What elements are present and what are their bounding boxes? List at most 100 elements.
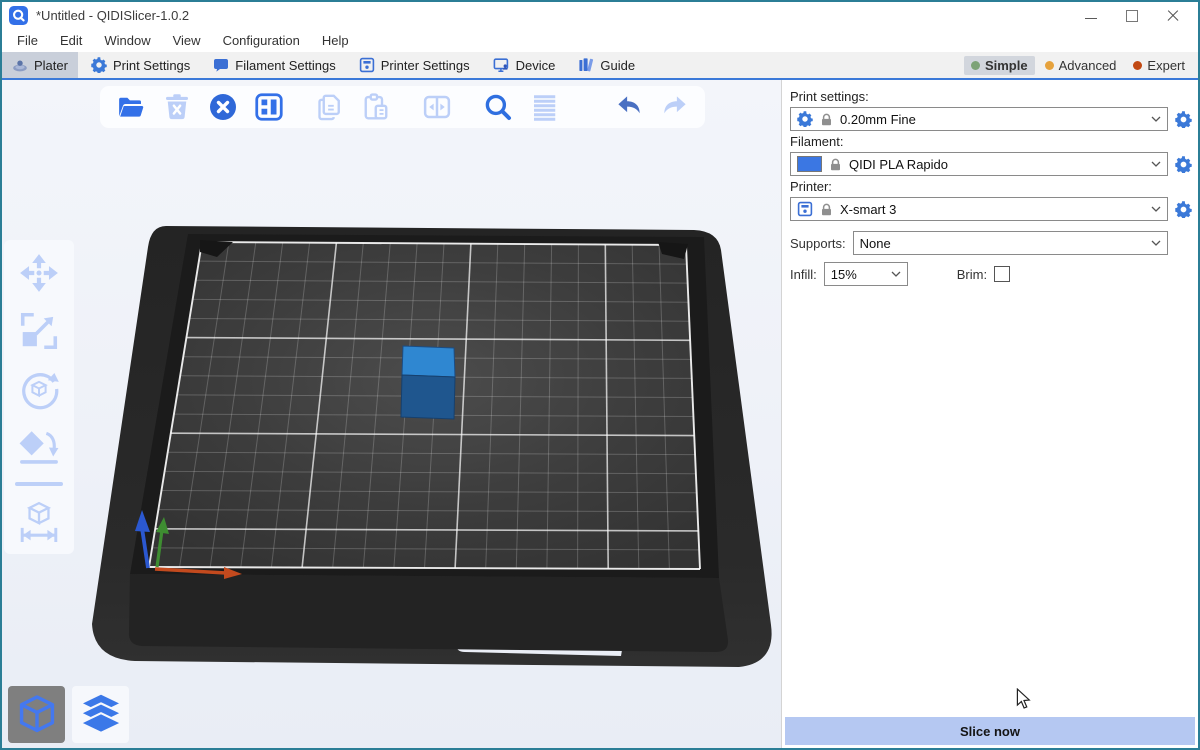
infill-label: Infill: [790, 267, 817, 282]
undo-icon [614, 92, 644, 122]
qidislicer-window: { "window": { "title": "*Untitled - QIDI… [0, 0, 1200, 750]
printer-gear-button[interactable] [1174, 200, 1192, 218]
mode-label: Simple [985, 58, 1028, 73]
brim-checkbox[interactable] [994, 266, 1010, 282]
app-logo-icon [9, 6, 28, 25]
move-icon [18, 252, 60, 294]
tab-label: Filament Settings [235, 58, 335, 73]
tab-label: Guide [600, 58, 635, 73]
advanced-dot-icon [1045, 61, 1054, 70]
view-toggles [8, 686, 129, 743]
gear-icon [91, 57, 107, 73]
tab-guide[interactable]: Guide [568, 52, 645, 78]
delete-all-button[interactable] [206, 91, 239, 124]
arrange-icon [254, 92, 284, 122]
printer-icon [359, 57, 375, 73]
tab-printer-settings[interactable]: Printer Settings [349, 52, 480, 78]
infill-value: 15% [831, 267, 887, 282]
print-settings-gear-button[interactable] [1174, 110, 1192, 128]
paste-button[interactable] [359, 91, 392, 124]
viewport-3d[interactable] [2, 80, 781, 748]
place-on-face-tool-button[interactable] [16, 424, 62, 470]
menu-edit[interactable]: Edit [49, 31, 93, 50]
tab-label: Printer Settings [381, 58, 470, 73]
infill-combo[interactable]: 15% [824, 262, 908, 286]
lock-icon [820, 113, 833, 126]
mode-advanced[interactable]: Advanced [1038, 56, 1124, 75]
simple-dot-icon [971, 61, 980, 70]
search-button[interactable] [481, 91, 514, 124]
arrange-button[interactable] [252, 91, 285, 124]
mode-expert[interactable]: Expert [1126, 56, 1192, 75]
trash-icon [162, 92, 192, 122]
guide-icon [578, 57, 594, 73]
printer-combo[interactable]: X-smart 3 [790, 197, 1168, 221]
cube-3d-icon [13, 691, 61, 739]
filament-gear-button[interactable] [1174, 155, 1192, 173]
chevron-down-icon [891, 271, 901, 277]
menu-window[interactable]: Window [93, 31, 161, 50]
menu-help[interactable]: Help [311, 31, 360, 50]
preview-toggle[interactable] [72, 686, 129, 743]
chevron-down-icon [1151, 206, 1161, 212]
close-button[interactable] [1166, 9, 1180, 23]
maximize-button[interactable] [1125, 9, 1139, 23]
minimize-icon [1085, 18, 1097, 19]
rotate-tool-button[interactable] [16, 366, 62, 412]
lock-icon [829, 158, 842, 171]
printer-value: X-smart 3 [840, 202, 1144, 217]
mode-label: Expert [1147, 58, 1185, 73]
window-controls [1084, 9, 1198, 23]
scale-icon [18, 310, 60, 352]
open-button[interactable] [114, 91, 147, 124]
close-icon [1167, 10, 1179, 22]
slice-now-button[interactable]: Slice now [785, 717, 1195, 745]
scale-tool-button[interactable] [16, 308, 62, 354]
mode-simple[interactable]: Simple [964, 56, 1035, 75]
menu-view[interactable]: View [162, 31, 212, 50]
copy-button[interactable] [313, 91, 346, 124]
supports-combo[interactable]: None [853, 231, 1168, 255]
title-bar: *Untitled - QIDISlicer-1.0.2 [2, 2, 1198, 29]
lock-icon [820, 203, 833, 216]
top-toolbar [100, 86, 705, 128]
split-objects-button[interactable] [420, 91, 453, 124]
print-settings-combo[interactable]: 0.20mm Fine [790, 107, 1168, 131]
mode-switcher: Simple Advanced Expert [964, 52, 1198, 78]
supports-label: Supports: [790, 236, 846, 251]
copy-icon [315, 92, 345, 122]
tab-label: Plater [34, 58, 68, 73]
tab-print-settings[interactable]: Print Settings [81, 52, 200, 78]
measure-tool-button[interactable] [16, 498, 62, 544]
tab-device[interactable]: Device [483, 52, 566, 78]
plater-icon [12, 57, 28, 73]
toolbar-divider [15, 482, 63, 486]
expert-dot-icon [1133, 61, 1142, 70]
menu-file[interactable]: File [6, 31, 49, 50]
delete-button[interactable] [160, 91, 193, 124]
editor-3d-toggle[interactable] [8, 686, 65, 743]
tab-plater[interactable]: Plater [2, 52, 78, 78]
printer-label: Printer: [790, 179, 1192, 194]
minimize-button[interactable] [1084, 9, 1098, 23]
print-settings-value: 0.20mm Fine [840, 112, 1144, 127]
gear-icon [1175, 111, 1192, 128]
measure-icon [18, 500, 60, 542]
model-cube[interactable] [401, 346, 455, 419]
chevron-down-icon [1151, 116, 1161, 122]
print-bed [2, 80, 781, 748]
move-tool-button[interactable] [16, 250, 62, 296]
undo-button[interactable] [612, 91, 645, 124]
redo-button[interactable] [658, 91, 691, 124]
filament-combo[interactable]: QIDI PLA Rapido [790, 152, 1168, 176]
split-objects-icon [422, 92, 452, 122]
mode-label: Advanced [1059, 58, 1117, 73]
menu-configuration[interactable]: Configuration [212, 31, 311, 50]
redo-icon [660, 92, 690, 122]
place-on-face-icon [18, 426, 60, 468]
gear-icon [1175, 201, 1192, 218]
paste-icon [361, 92, 391, 122]
filament-icon [213, 57, 229, 73]
variable-layer-height-button[interactable] [527, 91, 560, 124]
tab-filament-settings[interactable]: Filament Settings [203, 52, 345, 78]
